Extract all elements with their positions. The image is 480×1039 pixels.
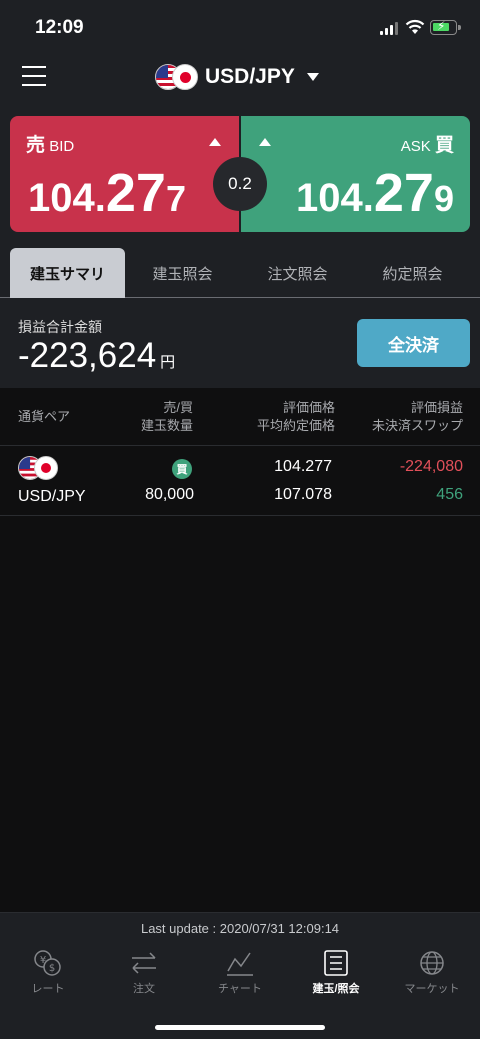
spread-badge: 0.2 bbox=[213, 157, 267, 211]
bid-label: 売 BID bbox=[26, 135, 75, 156]
wifi-icon bbox=[405, 19, 425, 34]
nav-rate[interactable]: ¥ $ レート bbox=[0, 949, 96, 999]
nav-market-label: マーケット bbox=[404, 983, 460, 995]
position-tabs: 建玉サマリ 建玉照会 注文照会 約定照会 bbox=[0, 242, 480, 298]
nav-position-inquiry[interactable]: 建玉/照会 bbox=[288, 949, 384, 999]
status-time: 12:09 bbox=[35, 17, 84, 38]
battery-icon: ⚡ bbox=[430, 19, 461, 35]
row-quantity: 80,000 bbox=[145, 486, 194, 503]
total-pl-label: 損益合計金額 bbox=[18, 319, 102, 335]
header-price: 評価価格 平均約定価格 bbox=[256, 400, 335, 433]
hamburger-menu-icon[interactable] bbox=[22, 66, 46, 88]
table-row[interactable]: USD/JPY 買 80,000 104.277 107.078 -224,08… bbox=[0, 446, 480, 516]
japan-flag-icon bbox=[172, 64, 198, 90]
row-currency-flags bbox=[18, 456, 62, 480]
nav-market[interactable]: マーケット bbox=[384, 949, 480, 999]
nav-position-inquiry-label: 建玉/照会 bbox=[312, 983, 360, 995]
currency-pair-flags bbox=[155, 64, 199, 90]
tab-execution-inquiry[interactable]: 約定照会 bbox=[355, 248, 470, 298]
ask-price: 104.279 bbox=[296, 163, 454, 223]
cellular-signal-icon bbox=[380, 22, 400, 35]
currency-pair-selector[interactable]: USD/JPY bbox=[155, 62, 319, 92]
globe-icon bbox=[420, 951, 444, 975]
last-update-text: Last update : 2020/07/31 12:09:14 bbox=[140, 921, 340, 936]
bottom-tab-bar: ¥ $ レート 注文 チャート 建玉/照会 マーケット bbox=[0, 949, 480, 999]
price-up-icon bbox=[259, 138, 271, 146]
tab-position-summary[interactable]: 建玉サマリ bbox=[10, 248, 125, 298]
top-nav-bar: USD/JPY bbox=[0, 56, 480, 102]
nav-order[interactable]: 注文 bbox=[96, 949, 192, 999]
row-eval-price: 104.277 bbox=[274, 458, 332, 475]
row-avg-price: 107.078 bbox=[274, 486, 332, 503]
bid-sell-button[interactable]: 売 BID 104.277 bbox=[10, 116, 239, 232]
chart-line-icon bbox=[227, 952, 253, 976]
pair-title: USD/JPY bbox=[205, 65, 295, 88]
row-eval-pl: -224,080 bbox=[399, 458, 463, 475]
pl-summary: 損益合計金額 -223,624 円 全決済 bbox=[0, 298, 480, 388]
tab-order-inquiry[interactable]: 注文照会 bbox=[240, 248, 355, 298]
currency-exchange-icon: ¥ $ bbox=[34, 950, 61, 976]
quote-panel: 売 BID 104.277 ASK 買 104.279 0.2 bbox=[0, 102, 480, 242]
nav-chart-label: チャート bbox=[218, 983, 262, 995]
price-up-icon bbox=[209, 138, 221, 146]
buy-side-badge: 買 bbox=[172, 459, 192, 479]
header-side: 売/買 建玉数量 bbox=[140, 400, 193, 433]
list-icon bbox=[324, 950, 348, 976]
order-arrows-icon bbox=[132, 952, 156, 974]
svg-text:$: $ bbox=[49, 963, 55, 974]
header-pair: 通貨ペア bbox=[18, 409, 71, 424]
nav-chart[interactable]: チャート bbox=[192, 949, 288, 999]
home-indicator[interactable] bbox=[155, 1025, 325, 1030]
close-all-button[interactable]: 全決済 bbox=[357, 319, 470, 367]
positions-table-header: 通貨ペア 売/買 建玉数量 評価価格 平均約定価格 評価損益 未決済スワップ bbox=[0, 388, 480, 446]
ask-label: ASK 買 bbox=[400, 135, 454, 156]
japan-flag-icon bbox=[34, 456, 58, 480]
header-pl: 評価損益 未決済スワップ bbox=[371, 400, 463, 433]
bid-price: 104.277 bbox=[28, 163, 186, 223]
currency-unit: 円 bbox=[160, 354, 176, 371]
status-bar: 12:09 ⚡ bbox=[0, 0, 480, 56]
chevron-down-icon bbox=[306, 73, 319, 81]
nav-rate-label: レート bbox=[31, 983, 65, 995]
row-pair: USD/JPY bbox=[18, 488, 86, 505]
total-pl-value: -223,624 円 bbox=[18, 336, 176, 375]
nav-order-label: 注文 bbox=[133, 983, 155, 995]
footer: Last update : 2020/07/31 12:09:14 ¥ $ レー… bbox=[0, 912, 480, 1039]
tab-position-inquiry[interactable]: 建玉照会 bbox=[125, 248, 240, 298]
ask-buy-button[interactable]: ASK 買 104.279 bbox=[241, 116, 470, 232]
row-swap: 456 bbox=[436, 486, 463, 503]
